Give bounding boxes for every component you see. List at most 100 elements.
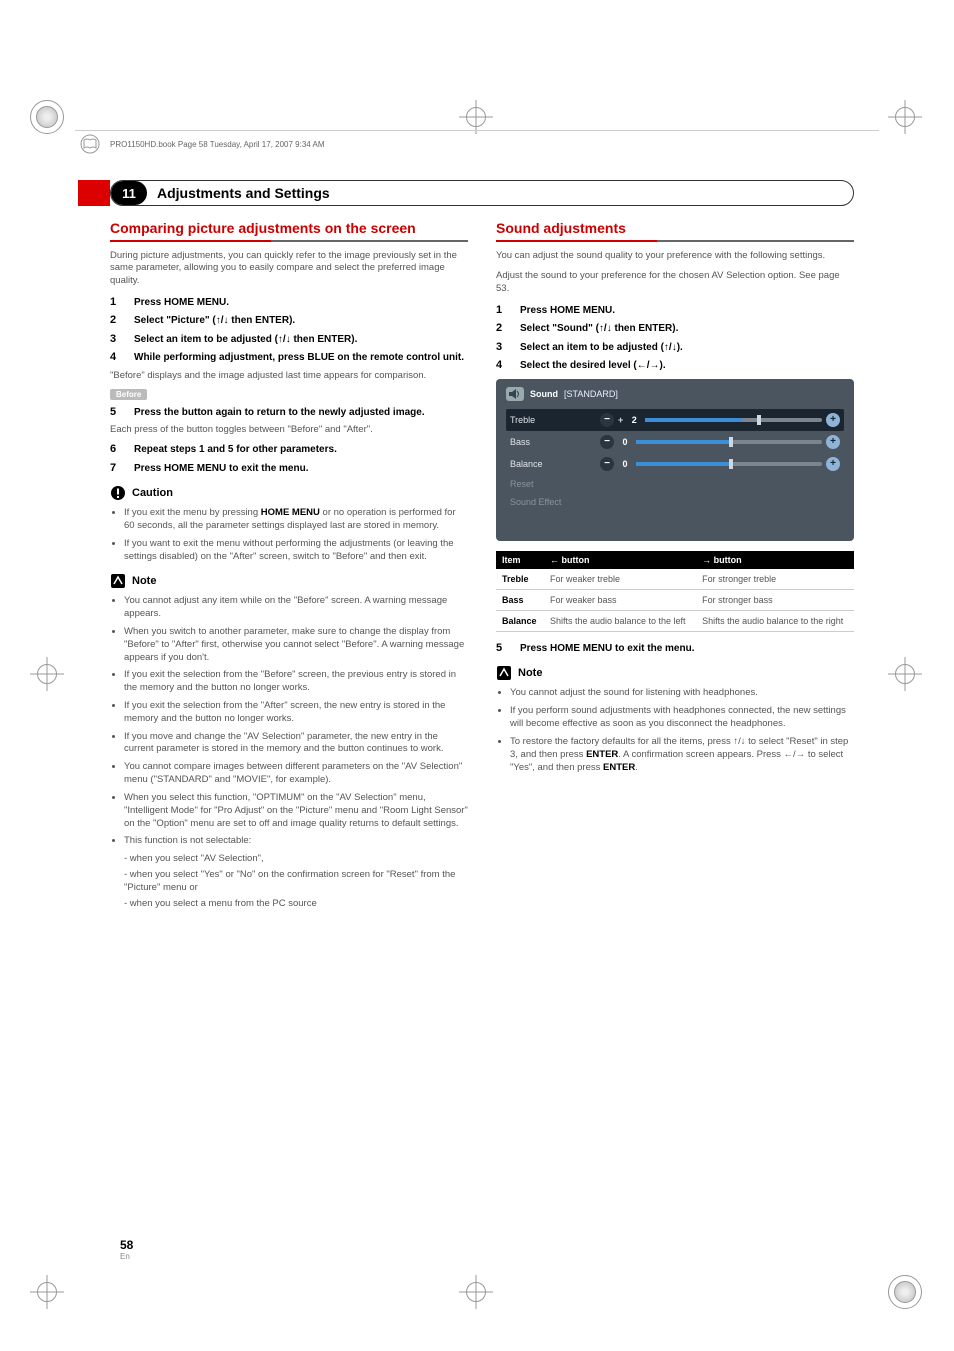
crop-mark-icon (888, 1275, 924, 1311)
step-number: 7 (110, 462, 122, 474)
running-header-text: PRO1150HD.book Page 58 Tuesday, April 17… (110, 140, 325, 149)
osd-row-label: Sound Effect (510, 497, 590, 507)
step-text: Press the button again to return to the … (134, 406, 425, 420)
step: 5Press the button again to return to the… (110, 406, 468, 420)
osd-mode-label: [STANDARD] (564, 389, 618, 399)
step-text: Select "Sound" (↑/↓ then ENTER). (520, 322, 678, 336)
crop-mark-icon (888, 657, 924, 693)
bullet-item: You cannot adjust the sound for listenin… (510, 687, 854, 700)
bullet-item: If you want to exit the menu without per… (124, 538, 468, 564)
table-row: BassFor weaker bassFor stronger bass (496, 589, 854, 610)
note-list-right: You cannot adjust the sound for listenin… (496, 687, 854, 774)
osd-value: 2 (627, 415, 641, 425)
bullet-item: If you exit the menu by pressing HOME ME… (124, 507, 468, 533)
sub-item: - when you select "AV Selection", (124, 853, 468, 866)
step-text: Select an item to be adjusted (↑/↓ then … (134, 333, 357, 347)
caution-title: Caution (132, 487, 173, 499)
speaker-icon (506, 387, 524, 401)
step-number: 5 (496, 642, 508, 654)
intro-text-right: You can adjust the sound quality to your… (496, 250, 854, 263)
step-text: Repeat steps 1 and 5 for other parameter… (134, 443, 337, 457)
step: 7 Press HOME MENU to exit the menu. (110, 462, 468, 476)
caution-heading: Caution (110, 485, 468, 501)
note-title-left: Note (132, 575, 156, 587)
osd-row: Treble−+2+ (506, 409, 844, 431)
intro-text-right-2: Adjust the sound to your preference for … (496, 270, 854, 296)
table-cell: Shifts the audio balance to the left (544, 610, 696, 631)
table-cell: For stronger treble (696, 569, 854, 590)
step: 2Select "Picture" (↑/↓ then ENTER). (110, 314, 468, 328)
caution-icon (110, 485, 126, 501)
crop-mark-icon (459, 1275, 495, 1311)
step-number: 2 (496, 322, 508, 334)
step: 5 Press HOME MENU to exit the menu. (496, 642, 854, 656)
step: 4 While performing adjustment, press BLUE… (110, 351, 468, 365)
table-row-head: Balance (496, 610, 544, 631)
step-text: Select "Picture" (↑/↓ then ENTER). (134, 314, 295, 328)
step-text: Press HOME MENU to exit the menu. (134, 462, 308, 476)
section-rule (110, 240, 468, 242)
crop-mark-icon (30, 1275, 66, 1311)
osd-value: 0 (618, 459, 632, 469)
step-number: 1 (496, 304, 508, 316)
bullet-item: If you move and change the "AV Selection… (124, 731, 468, 757)
step: 3Select an item to be adjusted (↑/↓ then… (110, 333, 468, 347)
bullet-item: If you perform sound adjustments with he… (510, 705, 854, 731)
chapter-number: 11 (111, 181, 147, 205)
table-header: → button (696, 551, 854, 569)
plus-icon: + (826, 413, 840, 427)
table-row: TrebleFor weaker trebleFor stronger treb… (496, 569, 854, 590)
step-number: 4 (110, 351, 122, 363)
note-heading-right: Note (496, 665, 854, 681)
crop-mark-icon (888, 100, 924, 136)
step-text: While performing adjustment, press BLUE … (134, 351, 464, 365)
step-text: Select the desired level (←/→). (520, 359, 666, 373)
bullet-item: If you exit the selection from the "Befo… (124, 669, 468, 695)
osd-panel: Sound [STANDARD] Treble−+2+Bass−0+Balanc… (496, 379, 854, 541)
plus-icon: + (826, 435, 840, 449)
step: 2 Select "Sound" (↑/↓ then ENTER). (496, 322, 854, 336)
osd-row-label: Reset (510, 479, 590, 489)
sound-parameter-table: Item← button→ button TrebleFor weaker tr… (496, 551, 854, 632)
osd-row-label: Balance (510, 459, 590, 469)
table-row-head: Bass (496, 589, 544, 610)
crop-mark-icon (30, 657, 66, 693)
page-language: En (120, 1252, 133, 1261)
note-title-right: Note (518, 667, 542, 679)
step-number: 1 (110, 296, 122, 308)
left-column: Comparing picture adjustments on the scr… (110, 220, 468, 913)
step: 3 Select an item to be adjusted (↑/↓). (496, 341, 854, 355)
osd-value: 0 (618, 437, 632, 447)
osd-menu-title: Sound (530, 389, 558, 399)
caution-list: If you exit the menu by pressing HOME ME… (110, 507, 468, 563)
table-cell: For stronger bass (696, 589, 854, 610)
crop-mark-icon (30, 100, 66, 136)
step-text: Press HOME MENU. (520, 304, 615, 318)
bullet-item: When you select this function, "OPTIMUM"… (124, 792, 468, 830)
bullet-item: To restore the factory defaults for all … (510, 736, 854, 774)
step-text: Select an item to be adjusted (↑/↓). (520, 341, 683, 355)
section-title-sound: Sound adjustments (496, 220, 854, 238)
step-number: 3 (496, 341, 508, 353)
section-rule (496, 240, 854, 242)
page-footer: 58 En (120, 1238, 133, 1261)
step: 1Press HOME MENU. (110, 296, 468, 310)
minus-icon: − (600, 457, 614, 471)
table-header: Item (496, 551, 544, 569)
between-text: "Before" displays and the image adjusted… (110, 370, 468, 383)
section-title-comparing: Comparing picture adjustments on the scr… (110, 220, 468, 238)
bullet-item: If you exit the selection from the "Afte… (124, 700, 468, 726)
chapter-red-tab (78, 180, 110, 206)
bullet-item: This function is not selectable: (124, 835, 468, 848)
step-number: 6 (110, 443, 122, 455)
osd-row: Balance−0+ (506, 453, 844, 475)
step-text: Press HOME MENU to exit the menu. (520, 642, 694, 656)
chapter-title: Adjustments and Settings (147, 185, 330, 201)
step: 4Select the desired level (←/→). (496, 359, 854, 373)
table-cell: For weaker bass (544, 589, 696, 610)
bullet-item: You cannot compare images between differ… (124, 761, 468, 787)
intro-text: During picture adjustments, you can quic… (110, 250, 468, 288)
step: 6 Repeat steps 1 and 5 for other paramete… (110, 443, 468, 457)
osd-row: Reset (506, 475, 844, 493)
note-heading: Note (110, 573, 468, 589)
